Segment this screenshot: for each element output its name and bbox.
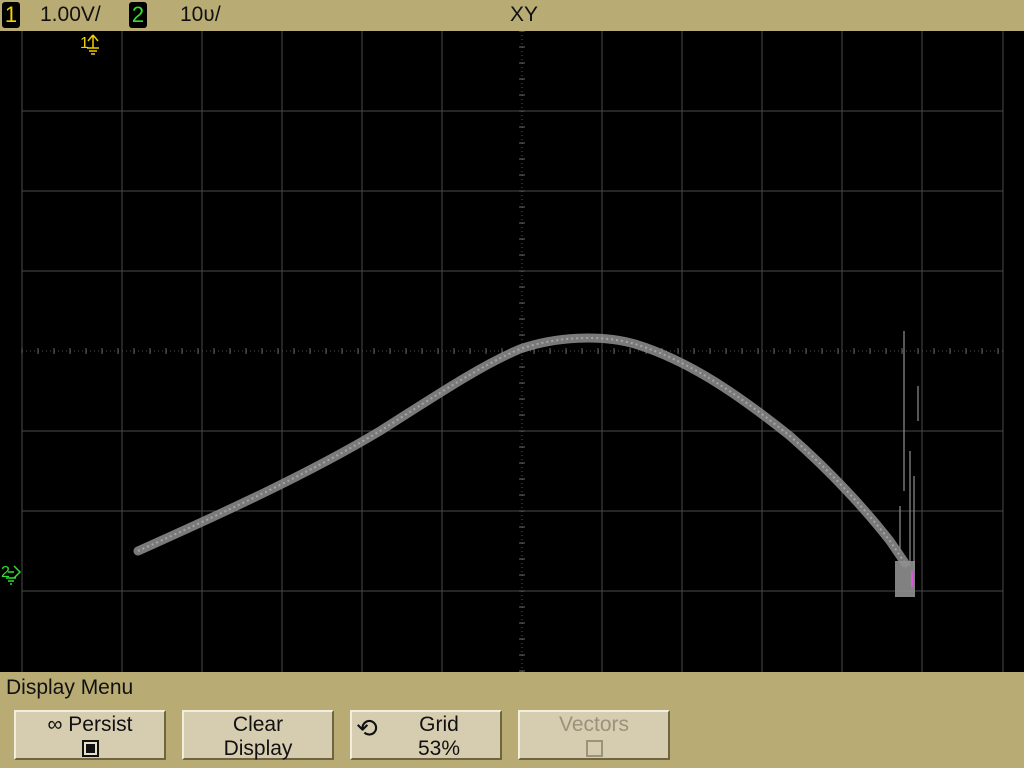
channel-2-indicator[interactable]: 2 — [129, 2, 147, 28]
display-label: Display — [223, 737, 293, 760]
persist-softkey[interactable]: ∞ Persist — [14, 710, 166, 760]
status-bar: 1 1.00V/ 2 10ʋ/ XY — [0, 0, 1024, 31]
xy-trace — [133, 331, 919, 597]
channel-2-ground-marker[interactable]: 2 — [1, 564, 22, 585]
persist-label: ∞ Persist — [47, 713, 133, 736]
channel-1-marker-label: 1 — [80, 35, 89, 52]
channel-1-scale[interactable]: 1.00V/ — [40, 2, 101, 28]
persist-checkbox — [81, 739, 99, 757]
channel-1-ground-marker[interactable]: 1 — [80, 34, 99, 55]
grid-label: Grid — [419, 713, 459, 736]
display-mode-label: XY — [510, 3, 539, 26]
vectors-softkey[interactable]: Vectors — [518, 710, 670, 760]
channel-2-scale[interactable]: 10ʋ/ — [180, 2, 221, 28]
clear-label: Clear — [232, 713, 284, 736]
waveform-canvas: 1 2 — [1, 31, 1004, 672]
clear-display-softkey[interactable]: Clear Display — [182, 710, 334, 760]
vectors-checkbox — [585, 739, 603, 757]
channel-1-indicator[interactable]: 1 — [2, 2, 20, 28]
waveform-display: 1 2 — [0, 31, 1024, 672]
menu-title: Display Menu — [6, 676, 134, 699]
vectors-label: Vectors — [558, 713, 630, 736]
grid-intensity-softkey[interactable]: ⟲ Grid 53% — [350, 710, 502, 760]
grid-value: 53% — [417, 737, 461, 760]
rotate-arrow-icon: ⟲ — [356, 713, 378, 743]
